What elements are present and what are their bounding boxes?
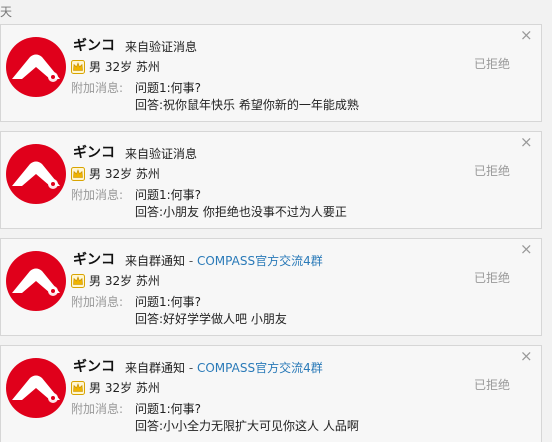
source-separator: - — [185, 361, 197, 375]
close-icon[interactable]: × — [520, 28, 533, 43]
request-card: ギンコ 来自验证消息 男 32岁 苏州 附加消息: 问题1:何事? 回答:祝你鼠… — [0, 24, 542, 122]
profile-info: 男 32岁 苏州 — [89, 274, 160, 288]
answer-text: 回答:好好学学做人吧 小朋友 — [135, 312, 287, 326]
status-rejected: 已拒绝 — [474, 271, 511, 285]
request-source: 来自验证消息 — [125, 38, 197, 55]
source-label: 来自验证消息 — [125, 40, 198, 54]
request-source: 来自验证消息 — [125, 145, 197, 162]
profile-row: 男 32岁 苏州 — [71, 58, 160, 75]
vip-crown-icon — [71, 166, 85, 181]
user-name[interactable]: ギンコ — [73, 249, 115, 269]
vip-crown-icon — [71, 380, 85, 395]
mount-fuji-avatar[interactable] — [6, 144, 66, 204]
profile-info: 男 32岁 苏州 — [89, 60, 160, 74]
question-text: 问题1:何事? — [135, 81, 202, 95]
close-icon[interactable]: × — [520, 242, 533, 257]
source-separator: - — [185, 254, 197, 268]
extra-message-label: 附加消息: — [71, 81, 124, 95]
user-name[interactable]: ギンコ — [73, 35, 115, 55]
status-rejected: 已拒绝 — [474, 378, 511, 392]
status-rejected: 已拒绝 — [474, 57, 511, 71]
close-icon[interactable]: × — [520, 349, 533, 364]
extra-message-label: 附加消息: — [71, 188, 124, 202]
question-text: 问题1:何事? — [135, 188, 202, 202]
answer-text: 回答:小小全力无限扩大可见你这人 人品啊 — [135, 419, 359, 433]
answer-text: 回答:祝你鼠年快乐 希望你新的一年能成熟 — [135, 98, 359, 112]
profile-row: 男 32岁 苏州 — [71, 272, 160, 289]
profile-info: 男 32岁 苏州 — [89, 167, 160, 181]
user-name[interactable]: ギンコ — [73, 142, 115, 162]
mount-fuji-avatar[interactable] — [6, 37, 66, 97]
group-link[interactable]: COMPASS官方交流4群 — [197, 361, 323, 375]
vip-crown-icon — [71, 59, 85, 74]
source-label: 来自群通知 — [125, 361, 186, 375]
answer-text: 回答:小朋友 你拒绝也没事不过为人要正 — [135, 205, 347, 219]
group-link[interactable]: COMPASS官方交流4群 — [197, 254, 323, 268]
day-label: 天 — [0, 5, 13, 19]
mount-fuji-avatar[interactable] — [6, 251, 66, 311]
request-source: 来自群通知 - COMPASS官方交流4群 — [125, 359, 323, 376]
profile-info: 男 32岁 苏州 — [89, 381, 160, 395]
request-card: ギンコ 来自验证消息 男 32岁 苏州 附加消息: 问题1:何事? 回答:小朋友… — [0, 131, 542, 229]
request-source: 来自群通知 - COMPASS官方交流4群 — [125, 252, 323, 269]
extra-message-label: 附加消息: — [71, 295, 124, 309]
status-rejected: 已拒绝 — [474, 164, 511, 178]
mount-fuji-avatar[interactable] — [6, 358, 66, 418]
source-label: 来自群通知 — [125, 254, 186, 268]
question-text: 问题1:何事? — [135, 402, 202, 416]
source-label: 来自验证消息 — [125, 147, 198, 161]
close-icon[interactable]: × — [520, 135, 533, 150]
profile-row: 男 32岁 苏州 — [71, 379, 160, 396]
vip-crown-icon — [71, 273, 85, 288]
request-card: ギンコ 来自群通知 - COMPASS官方交流4群 男 32岁 苏州 附加消息:… — [0, 345, 542, 442]
request-card: ギンコ 来自群通知 - COMPASS官方交流4群 男 32岁 苏州 附加消息:… — [0, 238, 542, 336]
question-text: 问题1:何事? — [135, 295, 202, 309]
user-name[interactable]: ギンコ — [73, 356, 115, 376]
profile-row: 男 32岁 苏州 — [71, 165, 160, 182]
extra-message-label: 附加消息: — [71, 402, 124, 416]
